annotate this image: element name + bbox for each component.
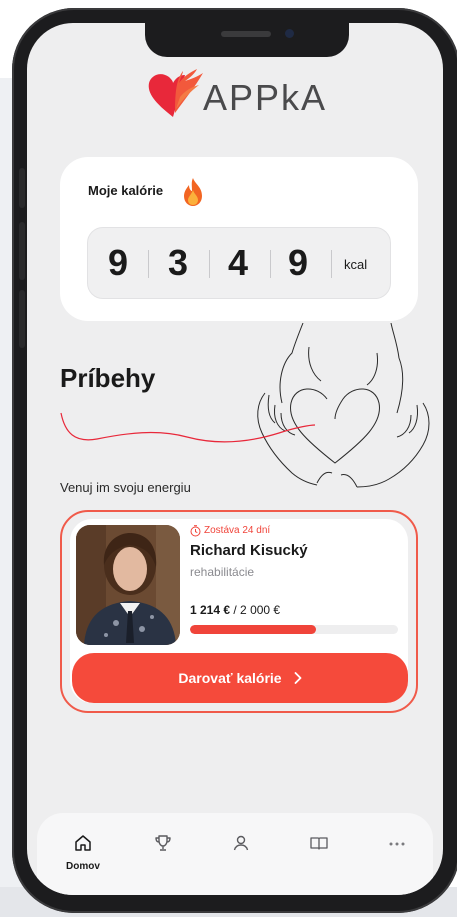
speaker	[221, 31, 271, 37]
story-card-body: Zostáva 24 dní Richard Kisucký rehabilit…	[70, 519, 408, 703]
app-logo: APPkA	[145, 69, 345, 123]
progress-bar	[190, 625, 398, 634]
phone-notch	[145, 23, 349, 57]
chevron-right-icon	[294, 672, 301, 684]
calories-card: Moje kalórie 9 3 4 9 kcal	[60, 157, 418, 321]
counter-divider	[148, 250, 149, 278]
user-icon	[233, 835, 249, 851]
counter-digit: 9	[108, 242, 129, 283]
amount-text: 1 214 € / 2 000 €	[190, 603, 280, 617]
red-wave-line	[60, 412, 316, 443]
countdown-text: Zostáva 24 dní	[204, 525, 271, 536]
counter-divider	[270, 250, 271, 278]
story-card[interactable]: Zostáva 24 dní Richard Kisucký rehabilit…	[60, 510, 418, 713]
person-name: Richard Kisucký	[190, 542, 308, 559]
heart-wing-icon	[148, 69, 203, 117]
calories-title: Moje kalórie	[88, 183, 164, 198]
tab-profile[interactable]	[217, 831, 265, 881]
phone-side-button	[19, 290, 25, 348]
phone-side-button	[19, 222, 25, 280]
counter-digit: 3	[168, 242, 189, 283]
progress-fill	[190, 625, 317, 634]
donate-button[interactable]: Darovať kalórie	[72, 653, 408, 703]
trophy-icon	[155, 835, 171, 851]
timer-icon	[190, 525, 201, 537]
bottom-tab-bar: Domov	[37, 813, 433, 895]
tab-more[interactable]	[373, 831, 421, 881]
amount-goal: / 2 000 €	[233, 603, 281, 617]
app-name: APPkA	[203, 77, 328, 118]
tab-trophy[interactable]	[139, 831, 187, 881]
flame-icon	[184, 178, 202, 206]
profile-photo	[76, 525, 180, 645]
phone-screen: APPkA Moje kalórie 9 3 4 9 kcal Príbehy …	[27, 23, 443, 895]
counter-divider	[331, 250, 332, 278]
tab-home[interactable]: Domov	[59, 831, 107, 881]
home-icon	[75, 835, 91, 851]
tab-stories[interactable]	[295, 831, 343, 881]
story-category: rehabilitácie	[190, 565, 255, 579]
counter-digit: 4	[228, 242, 249, 283]
more-icon	[389, 842, 405, 846]
person-photo	[76, 525, 180, 645]
calorie-counter: 9 3 4 9 kcal	[87, 227, 391, 299]
donate-button-label: Darovať kalórie	[178, 670, 282, 686]
counter-digit: 9	[288, 242, 309, 283]
camera	[285, 29, 294, 38]
stories-subtitle: Venuj im svoju energiu	[60, 480, 191, 495]
counter-unit: kcal	[344, 257, 368, 272]
book-icon	[310, 837, 328, 850]
tab-label: Domov	[66, 861, 100, 872]
stories-title: Príbehy	[60, 363, 156, 393]
phone-side-button	[19, 168, 25, 208]
counter-divider	[209, 250, 210, 278]
amount-raised: 1 214 €	[190, 603, 231, 617]
